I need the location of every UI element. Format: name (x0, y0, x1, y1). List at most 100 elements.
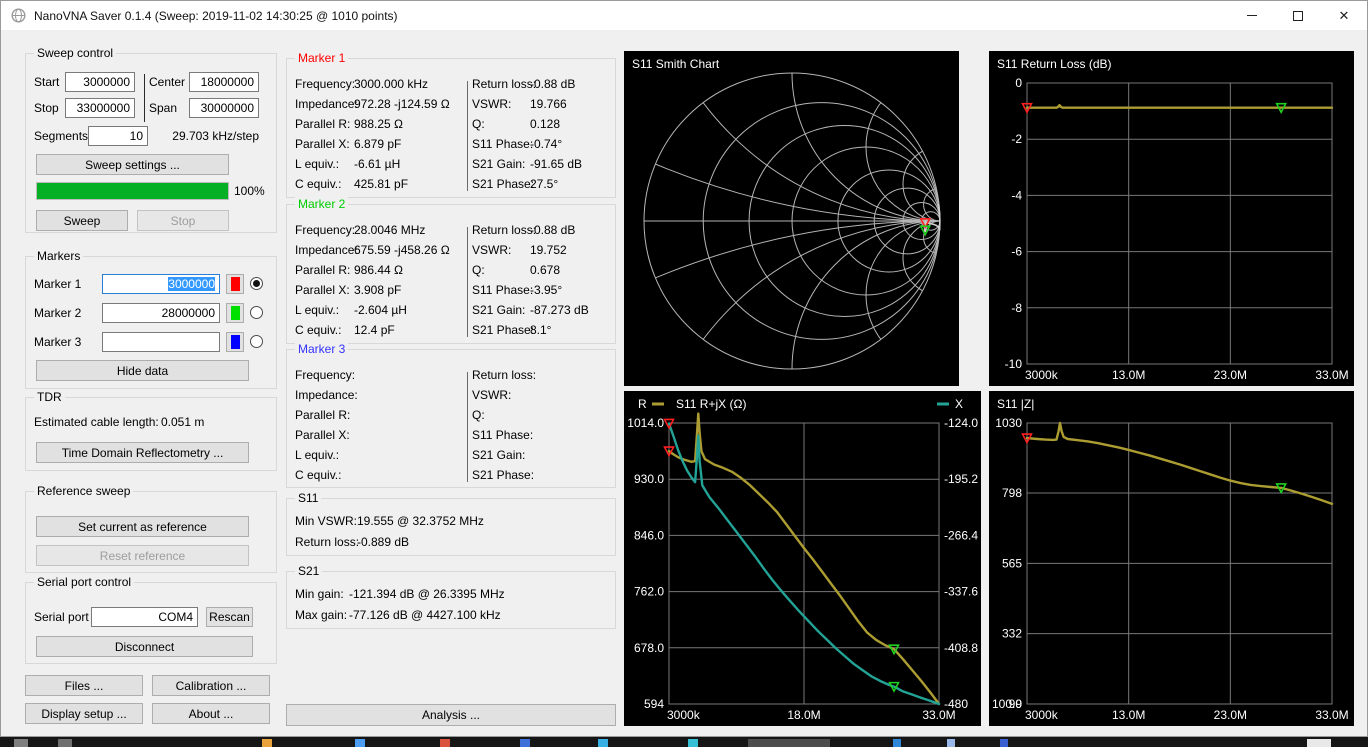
group-title: Sweep control (34, 46, 116, 61)
center-label: Center (149, 72, 185, 92)
s11-rjx-chart[interactable]: 1014.0930.0846.0762.0678.0594-124.0-195.… (624, 391, 981, 726)
sweep-settings-button[interactable]: Sweep settings ... (36, 154, 229, 175)
active-app-button[interactable] (748, 739, 830, 747)
field-label: Parallel X: (295, 425, 350, 445)
marker-1-color-button[interactable] (226, 274, 244, 294)
marker-color-chip (231, 306, 240, 320)
files-button[interactable]: Files ... (25, 675, 143, 696)
marker-3-frequency-input[interactable] (102, 332, 220, 352)
field-value: 988.25 Ω (354, 114, 403, 134)
group-title: TDR (34, 390, 65, 405)
field-label: S21 Gain: (472, 300, 525, 320)
field-label: L equiv.: (295, 154, 339, 174)
pinned-app-icon-4[interactable] (520, 739, 530, 747)
s21-summary-panel: S21 Min gain: -121.394 dB @ 26.3395 MHz … (286, 571, 616, 629)
svg-text:1030: 1030 (995, 416, 1022, 430)
tray-icon-3[interactable] (1000, 739, 1008, 747)
sweep-button[interactable]: Sweep (36, 210, 128, 231)
marker-3-panel-title: Marker 3 (295, 342, 348, 357)
about-button[interactable]: About ... (152, 703, 270, 724)
reference-sweep-group: Reference sweep Set current as reference… (25, 491, 277, 573)
rescan-button[interactable]: Rescan (206, 607, 253, 627)
s11-return-loss-chart[interactable]: 0-2-4-6-8-103000k13.0M23.0M33.0MS11 Retu… (989, 51, 1354, 386)
svg-text:-8: -8 (1011, 301, 1022, 315)
tray-icon-1[interactable] (893, 739, 901, 747)
s11-z-chart[interactable]: 103079856533299100.03000k13.0M23.0M33.0M… (989, 391, 1354, 726)
start-button[interactable] (14, 739, 28, 747)
field-label: Frequency: (295, 220, 355, 240)
svg-text:S11 Smith Chart: S11 Smith Chart (632, 57, 720, 71)
field-label: S21 Phase: (472, 320, 534, 340)
svg-text:X: X (955, 397, 963, 411)
start-input[interactable]: 3000000 (65, 72, 135, 92)
marker-3-color-button[interactable] (226, 332, 244, 352)
field-label: Impedance: (295, 240, 358, 260)
pinned-app-icon-2[interactable] (355, 739, 365, 747)
svg-text:23.0M: 23.0M (1214, 708, 1247, 722)
field-value: 27.5° (530, 174, 558, 194)
pinned-app-icon-6[interactable] (688, 739, 698, 747)
pinned-app-icon-1[interactable] (262, 739, 272, 747)
serial-port-input[interactable]: COM4 (91, 607, 198, 627)
pinned-app-icon-5[interactable] (598, 739, 608, 747)
maximize-button[interactable] (1275, 1, 1321, 30)
search-icon[interactable] (58, 739, 72, 747)
field-value: 3000.000 kHz (354, 74, 428, 94)
svg-text:762.0: 762.0 (634, 585, 664, 599)
marker-1-frequency-input[interactable]: 3000000 (102, 274, 220, 294)
marker-2-radio[interactable] (250, 306, 263, 319)
field-label: Parallel X: (295, 134, 350, 154)
start-label: Start (34, 72, 59, 92)
svg-text:-2: -2 (1011, 132, 1022, 146)
tdr-button[interactable]: Time Domain Reflectometry ... (36, 442, 249, 463)
taskbar[interactable] (0, 737, 1368, 747)
calibration-button[interactable]: Calibration ... (152, 675, 270, 696)
s11-smith-chart[interactable]: S11 Smith Chart (624, 51, 959, 386)
field-label: Return loss: (295, 532, 359, 552)
center-input[interactable]: 18000000 (189, 72, 259, 92)
disconnect-button[interactable]: Disconnect (36, 636, 253, 657)
field-value: -0.88 dB (530, 220, 575, 240)
field-label: S11 Phase: (472, 280, 533, 300)
span-input[interactable]: 30000000 (189, 98, 259, 118)
marker-1-radio[interactable] (250, 277, 263, 290)
segments-input[interactable]: 10 (88, 126, 148, 146)
analysis-button[interactable]: Analysis ... (286, 704, 616, 726)
field-label: Return loss: (472, 74, 536, 94)
close-icon: ✕ (1339, 11, 1350, 21)
progress-percent: 100% (234, 181, 265, 201)
svg-text:33.0M: 33.0M (1315, 708, 1348, 722)
field-label: Q: (472, 405, 485, 425)
marker-3-radio[interactable] (250, 335, 263, 348)
reset-reference-button[interactable]: Reset reference (36, 545, 249, 566)
column-divider (144, 74, 145, 122)
svg-text:S11 R+jX (Ω): S11 R+jX (Ω) (676, 397, 746, 411)
set-reference-button[interactable]: Set current as reference (36, 516, 249, 537)
group-title: Reference sweep (34, 484, 133, 499)
minimize-button[interactable] (1229, 1, 1275, 30)
hide-data-button[interactable]: Hide data (36, 360, 249, 381)
field-value: 986.44 Ω (354, 260, 403, 280)
field-label: VSWR: (472, 94, 511, 114)
tray-box[interactable] (1307, 739, 1331, 747)
display-setup-button[interactable]: Display setup ... (25, 703, 143, 724)
minimize-icon (1247, 15, 1257, 16)
field-value: 12.4 pF (354, 320, 395, 340)
span-label: Span (149, 98, 177, 118)
pinned-app-icon-3[interactable] (440, 739, 450, 747)
group-title: Serial port control (34, 575, 134, 590)
stop-button[interactable]: Stop (137, 210, 229, 231)
svg-text:-4: -4 (1011, 188, 1022, 202)
cable-length-label: Estimated cable length: (34, 412, 159, 432)
svg-text:S11 |Z|: S11 |Z| (997, 397, 1034, 411)
svg-text:13.0M: 13.0M (1112, 708, 1145, 722)
segments-label: Segments (34, 126, 88, 146)
tdr-group: TDR Estimated cable length: 0.051 m Time… (25, 397, 277, 471)
field-value: 19.766 (530, 94, 567, 114)
marker-2-frequency-input[interactable]: 28000000 (102, 303, 220, 323)
tray-icon-2[interactable] (947, 739, 955, 747)
marker-2-color-button[interactable] (226, 303, 244, 323)
step-info: 29.703 kHz/step (158, 126, 259, 146)
stop-input[interactable]: 33000000 (65, 98, 135, 118)
close-button[interactable]: ✕ (1321, 1, 1367, 30)
